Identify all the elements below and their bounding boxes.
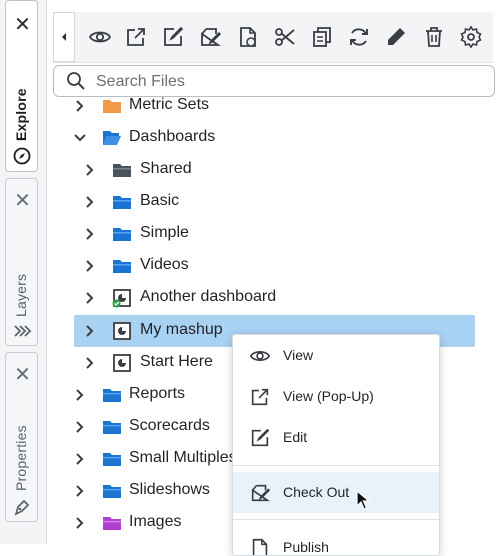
publish-icon[interactable] [236, 25, 260, 49]
tree-item-label: Start Here [140, 353, 213, 370]
menu-separator [233, 465, 439, 466]
chevron-right-icon[interactable] [82, 194, 98, 210]
caret-left-icon [62, 33, 66, 41]
check-out-icon [251, 484, 271, 502]
chevron-right-icon[interactable] [72, 419, 88, 435]
tree-item-label: Reports [129, 385, 186, 402]
tree-item-label: Scorecards [129, 417, 210, 434]
menu-separator [233, 519, 439, 520]
settings-icon[interactable] [459, 25, 483, 49]
tree-item-videos[interactable]: Videos [0, 250, 500, 282]
folder-blue-icon [113, 196, 131, 209]
folder-blue-icon [103, 421, 121, 434]
folder-open-blue-icon [103, 131, 121, 145]
tree-item-label: Another dashboard [140, 288, 277, 305]
chevron-down-icon[interactable] [72, 130, 88, 146]
tree-item-label: Slideshows [129, 481, 210, 498]
eye-icon [249, 351, 271, 361]
folder-purple-icon [103, 517, 121, 530]
tree-item-basic[interactable]: Basic [0, 186, 500, 218]
rename-icon[interactable] [384, 25, 408, 49]
tree-item-label: Images [129, 513, 182, 530]
tree-item-label: Metric Sets [129, 96, 210, 113]
tree-item-metric-sets[interactable]: Metric Sets [0, 90, 500, 122]
menu-item-view[interactable]: View [233, 335, 439, 376]
edit-icon[interactable] [161, 25, 185, 49]
search-icon [67, 72, 85, 90]
dashboard-icon [113, 354, 131, 372]
popup-icon[interactable] [124, 25, 148, 49]
menu-item-view-popup[interactable]: View (Pop-Up) [233, 376, 439, 417]
delete-icon[interactable] [422, 25, 446, 49]
chevron-right-icon[interactable] [72, 483, 88, 499]
dashboard-published-icon [112, 289, 131, 308]
chevron-right-icon[interactable] [72, 451, 88, 467]
chevron-right-icon[interactable] [82, 355, 98, 371]
menu-item-check-out[interactable]: Check Out [233, 472, 439, 513]
tree-item-label: Small Multiples [129, 449, 237, 466]
chevron-right-icon[interactable] [82, 323, 98, 339]
folder-blue-icon [103, 389, 121, 402]
folder-blue-icon [103, 453, 121, 466]
view-icon[interactable] [88, 25, 112, 49]
publish-icon [252, 538, 268, 555]
tree-item-label: Shared [140, 160, 192, 177]
folder-blue-icon [103, 485, 121, 498]
folder-dark-icon [113, 164, 131, 177]
tree-item-label: Simple [140, 224, 189, 241]
edit-icon [251, 428, 270, 447]
tree-item-shared[interactable]: Shared [0, 154, 500, 186]
chevron-right-icon[interactable] [72, 98, 88, 114]
tree-item-label: Dashboards [129, 128, 216, 145]
check-out-icon[interactable] [198, 25, 222, 49]
tree-item-dashboards[interactable]: Dashboards [0, 122, 500, 154]
folder-blue-icon [113, 260, 131, 273]
menu-item-label: View [283, 347, 314, 363]
chevron-right-icon[interactable] [82, 162, 98, 178]
tree-item-label: Videos [140, 256, 189, 273]
mouse-cursor-icon [356, 490, 370, 510]
menu-item-label: Publish [283, 539, 329, 555]
chevron-right-icon[interactable] [72, 387, 88, 403]
chevron-right-icon[interactable] [72, 515, 88, 531]
toolbar [53, 12, 493, 63]
menu-item-label: Edit [283, 429, 308, 445]
tree-item-another-dashboard[interactable]: Another dashboard [0, 282, 500, 314]
copy-icon[interactable] [310, 25, 334, 49]
chevron-right-icon[interactable] [82, 258, 98, 274]
folder-blue-icon [113, 228, 131, 241]
menu-item-publish[interactable]: Publish [233, 527, 439, 555]
tree-item-label: Basic [140, 192, 180, 209]
tree-item-simple[interactable]: Simple [0, 218, 500, 250]
refresh-icon[interactable] [347, 25, 371, 49]
cut-icon[interactable] [273, 25, 297, 49]
external-link-icon [251, 388, 269, 406]
menu-item-label: View (Pop-Up) [283, 388, 374, 404]
dashboard-icon [113, 322, 131, 340]
collapse-panel-button[interactable] [53, 12, 75, 62]
chevron-right-icon[interactable] [82, 290, 98, 306]
tree-item-label: My mashup [140, 321, 223, 338]
context-menu: View View (Pop-Up) Edit Check Out Publis… [232, 334, 440, 556]
menu-item-label: Check Out [283, 484, 350, 500]
folder-orange-icon [103, 100, 121, 113]
chevron-right-icon[interactable] [82, 226, 98, 242]
close-explore-icon[interactable]: ✕ [6, 15, 39, 35]
menu-item-edit[interactable]: Edit [233, 417, 439, 458]
